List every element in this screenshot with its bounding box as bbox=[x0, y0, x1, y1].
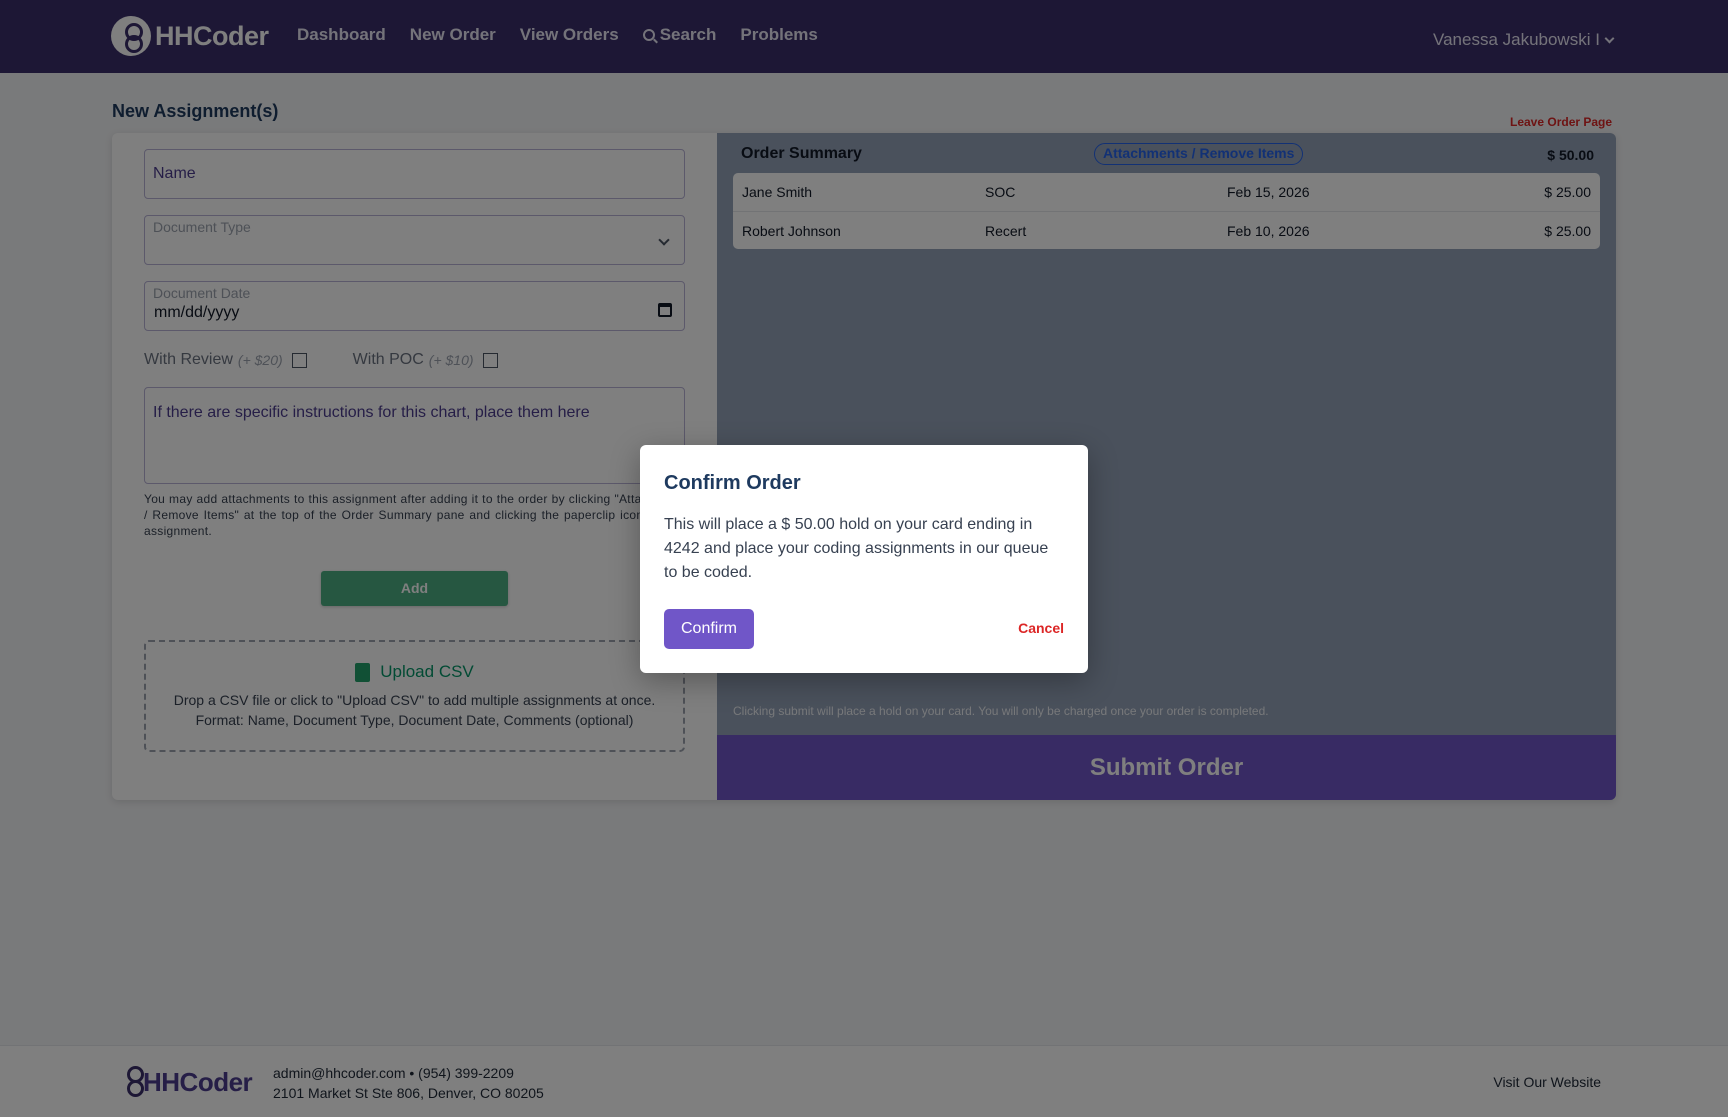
confirm-button[interactable]: Confirm bbox=[664, 609, 754, 649]
confirm-order-dialog: Confirm Order This will place a $ 50.00 … bbox=[640, 445, 1088, 673]
cancel-button[interactable]: Cancel bbox=[1018, 620, 1064, 636]
dialog-message: This will place a $ 50.00 hold on your c… bbox=[664, 516, 1049, 581]
dialog-title: Confirm Order bbox=[664, 472, 801, 494]
modal-backdrop[interactable]: Confirm Order This will place a $ 50.00 … bbox=[0, 0, 1728, 1117]
